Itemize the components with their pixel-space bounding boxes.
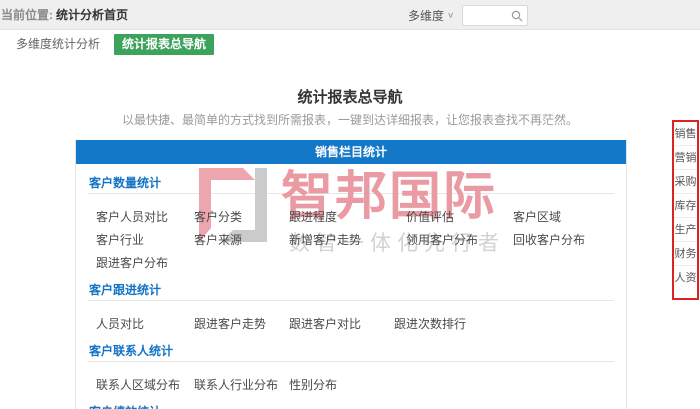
report-link[interactable]: 跟进客户走势	[194, 315, 266, 332]
breadcrumb-value: 统计分析首页	[56, 8, 128, 22]
report-link[interactable]: 跟进客户分布	[96, 254, 168, 271]
report-link[interactable]: 领用客户分布	[406, 231, 478, 248]
report-link[interactable]: 跟进程度	[289, 208, 337, 225]
report-link-row: 人员对比 跟进客户走势 跟进客户对比 跟进次数排行	[76, 312, 626, 335]
breadcrumb: 当前位置:统计分析首页	[1, 0, 128, 30]
search-input[interactable]	[466, 6, 510, 25]
panel-header: 销售栏目统计	[76, 140, 626, 164]
side-nav-item[interactable]: 生产	[674, 218, 697, 242]
report-link[interactable]: 客户分类	[194, 208, 242, 225]
side-nav-item[interactable]: 人资	[674, 266, 697, 290]
statistics-analysis-page: 当前位置:统计分析首页 多维度 ∨ 多维度统计分析 统计报表总导航 统计报表总导…	[0, 0, 700, 409]
report-link[interactable]: 价值评估	[406, 208, 454, 225]
report-link[interactable]: 人员对比	[96, 315, 144, 332]
search-box	[462, 5, 528, 26]
panel-body: 客户数量统计客户人员对比 客户分类 跟进程度 价值评估 客户区域客户行业 客户来源 新增客户…	[76, 164, 626, 409]
report-link-row: 跟进客户分布	[76, 251, 626, 274]
top-bar: 当前位置:统计分析首页 多维度 ∨	[0, 0, 700, 30]
report-link[interactable]: 新增客户走势	[289, 231, 361, 248]
section-title: 客户数量统计	[76, 175, 626, 191]
report-link[interactable]: 客户区域	[513, 208, 561, 225]
report-link[interactable]: 性别分布	[289, 376, 337, 393]
page-title: 统计报表总导航	[0, 86, 700, 107]
report-link[interactable]: 联系人行业分布	[194, 376, 278, 393]
side-nav-item[interactable]: 财务	[674, 242, 697, 266]
chevron-down-icon: ∨	[447, 11, 454, 20]
side-nav-item[interactable]: 采购	[674, 170, 697, 194]
report-link[interactable]: 跟进次数排行	[394, 315, 466, 332]
dimension-dropdown[interactable]: 多维度 ∨	[408, 7, 454, 24]
tab-multidimension-analysis[interactable]: 多维度统计分析	[10, 34, 106, 55]
report-link[interactable]: 回收客户分布	[513, 231, 585, 248]
report-link[interactable]: 跟进客户对比	[289, 315, 361, 332]
tab-bar: 多维度统计分析 统计报表总导航	[10, 34, 214, 55]
page-subtitle: 以最快捷、最简单的方式找到所需报表，一键到达详细报表，让您报表查找不再茫然。	[0, 111, 700, 128]
section-title: 客户联系人统计	[76, 343, 626, 359]
section-title: 客户绩效统计	[76, 404, 626, 409]
side-nav-item[interactable]: 库存	[674, 194, 697, 218]
side-nav-item[interactable]: 营销	[674, 146, 697, 170]
report-link[interactable]: 客户来源	[194, 231, 242, 248]
report-link[interactable]: 联系人区域分布	[96, 376, 180, 393]
section-title: 客户跟进统计	[76, 282, 626, 298]
report-link-row: 客户行业 客户来源 新增客户走势 领用客户分布 回收客户分布	[76, 228, 626, 251]
tab-report-navigation[interactable]: 统计报表总导航	[114, 34, 214, 55]
sales-section-panel: 销售栏目统计 客户数量统计客户人员对比客户分类跟进程度价值评估客户区域客户行业客…	[75, 140, 627, 409]
category-anchor-nav: 销售营销采购库存生产财务人资	[672, 120, 699, 300]
report-link-row: 联系人区域分布联系人行业分布性别分布	[76, 373, 626, 396]
breadcrumb-label: 当前位置:	[1, 8, 53, 22]
dimension-dropdown-label: 多维度	[408, 7, 444, 24]
report-link-row: 客户人员对比 客户分类 跟进程度 价值评估 客户区域	[76, 205, 626, 228]
search-icon[interactable]	[511, 10, 523, 22]
side-nav-item[interactable]: 销售	[674, 122, 697, 146]
report-link[interactable]: 客户行业	[96, 231, 144, 248]
report-link[interactable]: 客户人员对比	[96, 208, 168, 225]
